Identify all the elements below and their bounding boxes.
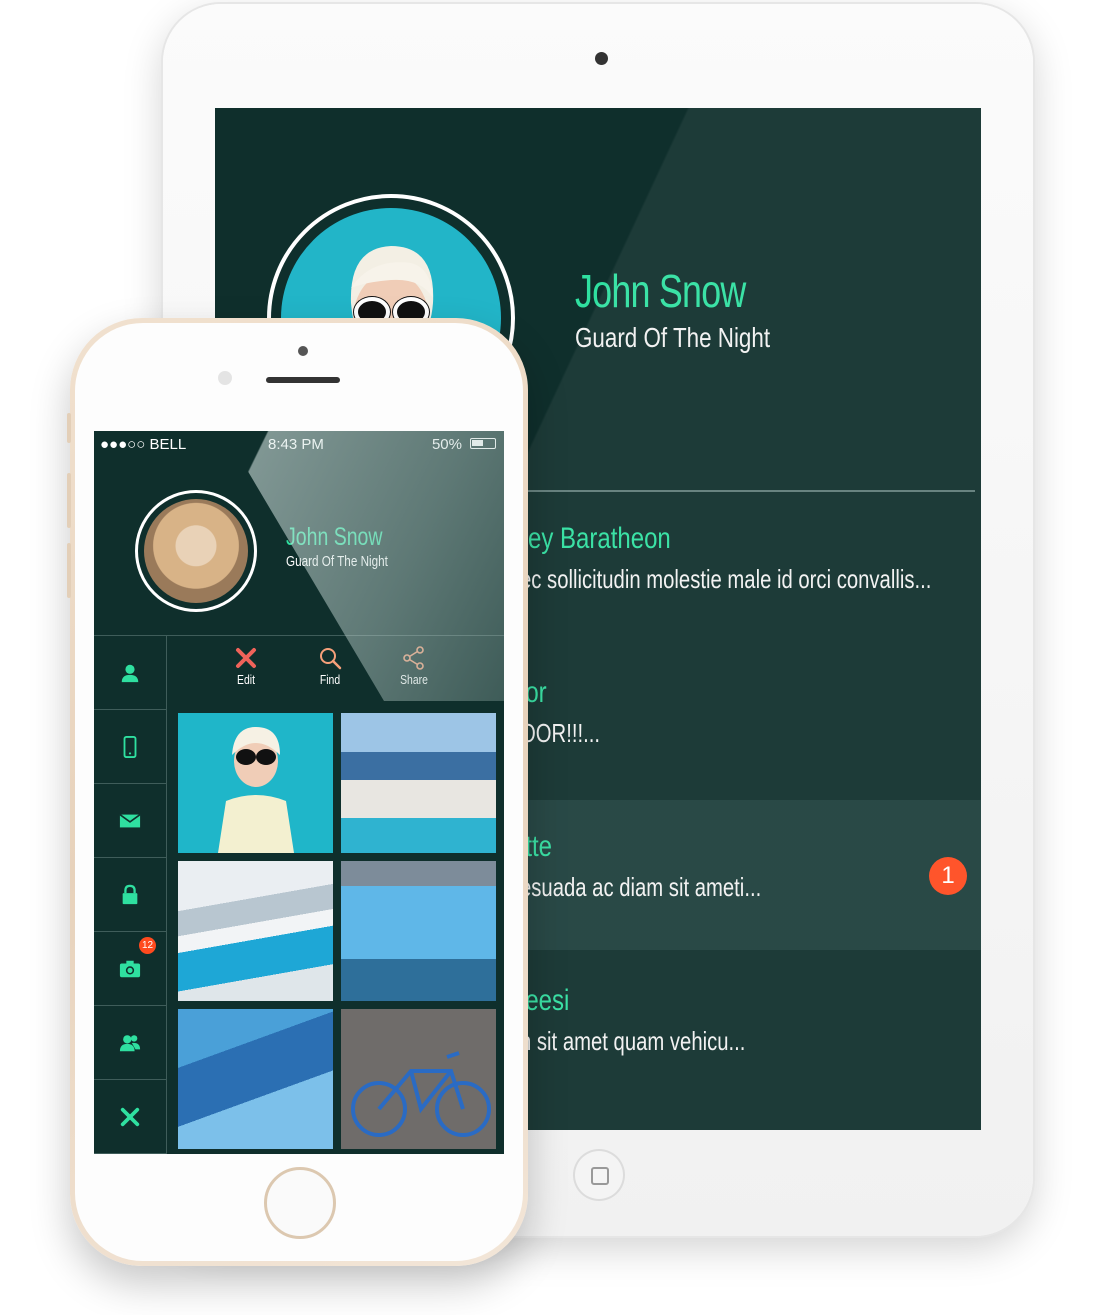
gallery-photo[interactable] [341,1009,496,1149]
find-button[interactable]: Find [300,643,360,687]
phone-profile-subtitle: Guard Of The Night [286,553,388,570]
tablet-profile-name: John Snow [575,265,746,317]
sidebar-item-mail[interactable] [94,784,166,858]
phone-profile-avatar[interactable] [135,490,257,612]
sidebar-item-contacts[interactable] [94,1006,166,1080]
search-icon [320,648,342,670]
mute-switch [67,413,71,443]
camera-icon [119,960,141,977]
tools-icon [120,1107,140,1126]
sidebar-item-settings[interactable] [94,1080,166,1154]
share-button[interactable]: Share [384,643,444,687]
users-icon [119,1034,141,1051]
gallery-photo[interactable] [178,1009,333,1149]
tablet-profile-subtitle: Guard Of The Night [575,322,771,353]
share-icon [403,646,424,670]
gallery-photo[interactable] [341,861,496,1001]
volume-up-button [67,473,71,528]
photo-gallery [178,713,496,1149]
unread-badge: 1 [929,857,967,895]
sidebar-item-lock[interactable] [94,858,166,932]
volume-down-button [67,543,71,598]
mobile-icon [123,735,137,758]
message-preview: n sit amet quam vehicu... [520,1026,746,1056]
find-label: Find [319,672,341,687]
edit-label: Edit [237,672,255,687]
tablet-home-button[interactable] [573,1149,625,1201]
mail-icon [119,813,141,827]
battery-icon [470,438,496,449]
message-preview: esuada ac diam sit ameti... [520,872,762,902]
sidebar-item-camera[interactable]: 12 [94,932,166,1006]
lock-icon [122,884,138,904]
phone-camera [298,346,308,356]
phone-profile-name: John Snow [286,523,383,551]
phone-home-button[interactable] [264,1167,336,1239]
carrier-label: ●●●○○ BELL [100,436,187,453]
message-preview: ec sollicitudin molestie male id orci co… [520,564,932,594]
user-icon [121,664,139,682]
phone-screen: ●●●○○ BELL 8:43 PM 50% John Snow Guard O… [94,431,504,1154]
gallery-photo[interactable] [341,713,496,853]
gallery-photo[interactable] [178,861,333,1001]
close-icon [236,648,256,668]
phone-sidebar: 12 [94,636,167,1154]
share-label: Share [400,672,428,687]
phone-sensor [218,371,232,385]
avatar-portrait [144,499,248,603]
status-time: 8:43 PM [268,436,324,453]
message-sender: rey Baratheon [520,522,671,555]
message-preview: OOR!!!... [520,718,601,748]
battery-percent: 50% [431,436,462,453]
action-bar: Edit Find Share [168,643,504,703]
phone-speaker [266,377,340,383]
sidebar-item-phone[interactable] [94,710,166,784]
gallery-photo[interactable] [178,713,333,853]
status-bar: ●●●○○ BELL 8:43 PM 50% [94,431,504,457]
camera-badge: 12 [139,937,156,954]
edit-button[interactable]: Edit [216,643,276,687]
sidebar-item-profile[interactable] [94,636,166,710]
tablet-camera [595,52,608,65]
